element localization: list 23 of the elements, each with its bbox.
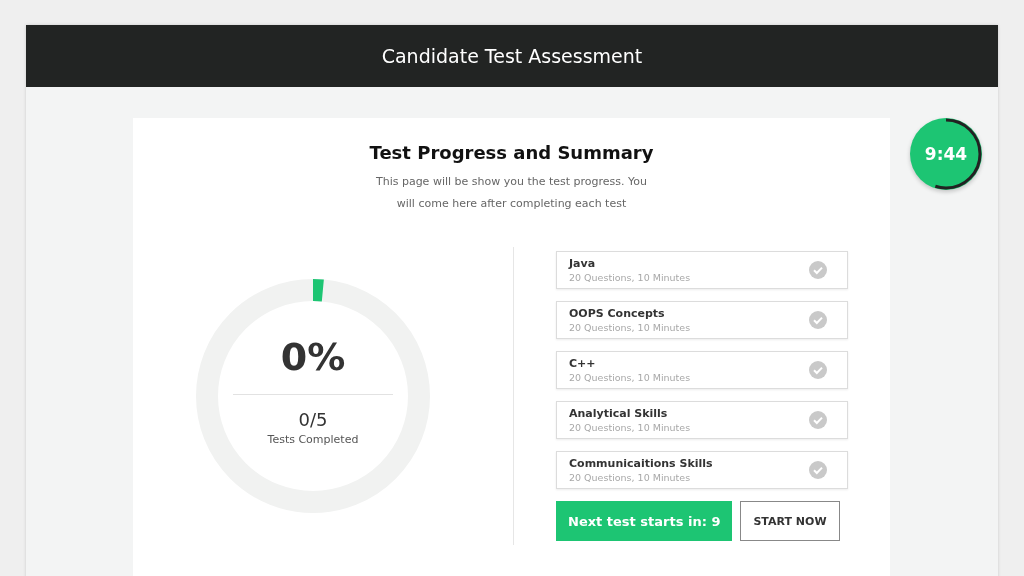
test-name: Java (569, 256, 597, 271)
test-name: Communicaitions Skills (569, 456, 713, 471)
test-item[interactable]: C++ 20 Questions, 10 Minutes (556, 351, 848, 389)
start-now-button[interactable]: START NOW (740, 501, 840, 541)
test-details: 20 Questions, 10 Minutes (569, 370, 691, 384)
test-details: 20 Questions, 10 Minutes (569, 320, 691, 334)
test-details: 20 Questions, 10 Minutes (569, 270, 691, 284)
timer-text: 9:44 (924, 144, 968, 164)
test-name: OOPS Concepts (569, 306, 666, 321)
test-item[interactable]: Analytical Skills 20 Questions, 10 Minutes (556, 401, 848, 439)
progress-percent: 0% (280, 334, 346, 380)
summary-title: Test Progress and Summary (369, 142, 654, 163)
tests-caption: Tests Completed (267, 433, 359, 446)
summary-description: This page will be show you the test progress. You will come here after completing each test (374, 174, 649, 212)
test-item[interactable]: OOPS Concepts 20 Questions, 10 Minutes (556, 301, 848, 339)
tests-count: 0/5 (298, 409, 328, 431)
test-item[interactable]: Communicaitions Skills 20 Questions, 10 Minutes (556, 451, 848, 489)
window-title: Candidate Test Assessment (381, 45, 643, 67)
test-details: 20 Questions, 10 Minutes (569, 470, 692, 484)
test-name: C++ (569, 356, 597, 371)
test-details: 20 Questions, 10 Minutes (569, 420, 691, 434)
test-item[interactable]: Java 20 Questions, 10 Minutes (556, 251, 848, 289)
test-name: Analytical Skills (569, 406, 669, 421)
